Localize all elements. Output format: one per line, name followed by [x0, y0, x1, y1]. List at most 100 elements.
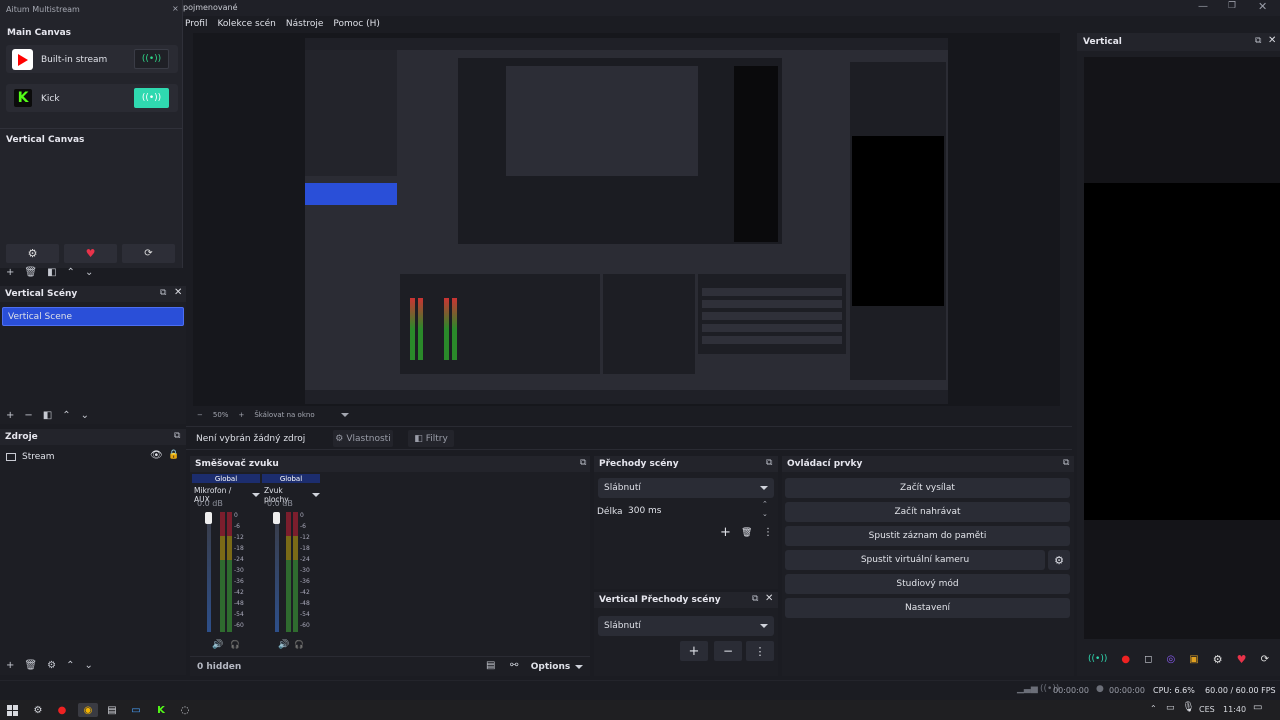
close-icon[interactable]: ✕ [1258, 0, 1267, 13]
speaker-icon[interactable]: 🔊 [278, 640, 289, 650]
link-icon[interactable]: ⚯ [510, 660, 518, 671]
screenshot-icon[interactable]: ▣ [1189, 654, 1198, 665]
speaker-icon[interactable]: 🔊 [212, 640, 223, 650]
scene-item[interactable]: Vertical Scene [2, 307, 184, 326]
menu-tools[interactable]: Nástroje [286, 19, 324, 29]
more-icon[interactable]: ⋮ [746, 641, 774, 661]
spin-up-icon[interactable]: ⌃ [762, 500, 768, 508]
move-down-icon[interactable]: ⌄ [84, 660, 92, 671]
minimize-icon[interactable]: — [1198, 1, 1208, 12]
close-icon[interactable]: ✕ [765, 593, 773, 604]
trash-icon[interactable]: 🗑 [741, 528, 752, 538]
volume-slider-handle[interactable] [205, 512, 212, 524]
properties-button[interactable]: ⚙ Vlastnosti [333, 430, 393, 447]
gear-icon[interactable]: ⚙ [1213, 653, 1223, 666]
scale-mode[interactable]: Škálovat na okno [254, 411, 314, 419]
keyboard-language[interactable]: CES [1199, 705, 1215, 714]
undock-icon[interactable]: ⧉ [1255, 36, 1261, 46]
gear-icon[interactable]: ⚙ [47, 660, 56, 671]
record-icon[interactable]: ● [1121, 654, 1130, 665]
kick-app-icon[interactable]: K [154, 703, 168, 717]
trash-icon[interactable]: 🗑 [24, 660, 37, 671]
remove-icon[interactable]: − [714, 641, 742, 661]
add-icon[interactable]: + [6, 660, 14, 671]
chevron-down-icon[interactable] [340, 413, 349, 417]
filter-icon[interactable]: ◧ [47, 267, 56, 278]
undock-icon[interactable]: ⧉ [160, 288, 166, 298]
obs-app-icon[interactable]: ◌ [178, 703, 192, 717]
layout-icon[interactable]: ▤ [486, 660, 495, 671]
gear-icon[interactable]: ⚙ [6, 244, 59, 263]
vertical-transition-select[interactable]: Slábnutí [598, 616, 774, 636]
settings-button[interactable]: Nastavení [785, 598, 1070, 618]
menu-profile[interactable]: Profil [185, 19, 207, 29]
add-icon[interactable]: + [720, 525, 731, 540]
volume-slider-track[interactable] [275, 512, 279, 632]
remove-icon[interactable]: − [24, 410, 32, 421]
undock-icon[interactable]: ⧉ [752, 594, 758, 604]
menu-scene-collection[interactable]: Kolekce scén [217, 19, 275, 29]
zoom-out-icon[interactable]: − [197, 411, 203, 419]
preview-area[interactable] [193, 33, 1060, 406]
virtual-camera-icon[interactable]: ◎ [1167, 654, 1176, 665]
start-streaming-button[interactable]: Začít vysílat [785, 478, 1070, 498]
chrome-icon[interactable]: ◉ [78, 703, 98, 717]
eye-icon[interactable]: 👁 [150, 450, 163, 461]
notepad-icon[interactable]: ▤ [105, 703, 119, 717]
add-icon[interactable]: + [6, 267, 14, 278]
undock-icon[interactable]: ⧉ [1063, 458, 1069, 468]
stream-icon[interactable]: ((•)) [1088, 654, 1107, 664]
headphones-icon[interactable]: 🎧 [294, 640, 304, 649]
start-replay-buffer-button[interactable]: Spustit záznam do paměti [785, 526, 1070, 546]
studio-mode-button[interactable]: Studiový mód [785, 574, 1070, 594]
more-icon[interactable]: ⋮ [763, 527, 773, 538]
maximize-icon[interactable]: ❐ [1228, 1, 1236, 11]
move-down-icon[interactable]: ⌄ [81, 410, 89, 421]
close-icon[interactable]: ✕ [174, 287, 182, 298]
stream-toggle-button[interactable]: ((•)) [134, 49, 169, 69]
network-icon[interactable]: ▭ [1166, 703, 1175, 713]
move-up-icon[interactable]: ⌃ [67, 267, 75, 278]
gear-icon[interactable]: ⚙ [1048, 550, 1070, 570]
multistream-close-icon[interactable]: × [172, 4, 179, 13]
menu-help[interactable]: Pomoc (H) [333, 19, 380, 29]
volume-slider-track[interactable] [207, 512, 211, 632]
replay-buffer-icon[interactable]: ◻ [1144, 654, 1152, 665]
headphones-icon[interactable]: 🎧 [230, 640, 240, 649]
heart-icon[interactable]: ♥ [64, 244, 117, 263]
notification-icon[interactable]: ▭ [1253, 702, 1262, 713]
chevron-up-icon[interactable]: ⌃ [1150, 704, 1157, 713]
settings-app-icon[interactable]: ⚙ [31, 703, 45, 717]
add-icon[interactable]: + [6, 410, 14, 421]
lock-icon[interactable]: 🔒 [168, 450, 179, 460]
heart-icon[interactable]: ♥ [1237, 653, 1247, 666]
filter-icon[interactable]: ◧ [43, 410, 52, 421]
transition-select[interactable]: Slábnutí [598, 478, 774, 498]
add-icon[interactable]: + [680, 641, 708, 661]
options-button[interactable]: Options [528, 659, 586, 675]
move-up-icon[interactable]: ⌃ [66, 660, 74, 671]
clock[interactable]: 11:40 [1223, 705, 1246, 714]
close-icon[interactable]: ✕ [1268, 35, 1276, 46]
trash-icon[interactable]: 🗑 [24, 267, 37, 278]
undock-icon[interactable]: ⧉ [174, 431, 180, 441]
windows-start-icon[interactable] [5, 703, 19, 717]
display-app-icon[interactable]: ▭ [129, 703, 143, 717]
move-up-icon[interactable]: ⌃ [62, 410, 70, 421]
obs-record-app-icon[interactable]: ● [55, 703, 69, 717]
spin-down-icon[interactable]: ⌄ [762, 510, 768, 518]
duration-input[interactable]: 300 ms [622, 502, 774, 520]
zoom-in-icon[interactable]: + [238, 411, 244, 419]
undock-icon[interactable]: ⧉ [580, 458, 586, 468]
undock-icon[interactable]: ⧉ [766, 458, 772, 468]
start-recording-button[interactable]: Začít nahrávat [785, 502, 1070, 522]
filters-button[interactable]: ◧ Filtry [408, 430, 454, 447]
refresh-icon[interactable]: ⟳ [1261, 654, 1269, 665]
start-virtual-camera-button[interactable]: Spustit virtuální kameru [785, 550, 1045, 570]
refresh-icon[interactable]: ⟳ [122, 244, 175, 263]
microphone-icon[interactable]: 🎙 [1182, 702, 1195, 713]
vertical-preview[interactable] [1084, 57, 1280, 639]
stream-toggle-button[interactable]: ((•)) [134, 88, 169, 108]
source-item[interactable]: Stream 👁 🔒 [6, 450, 182, 464]
volume-slider-handle[interactable] [273, 512, 280, 524]
